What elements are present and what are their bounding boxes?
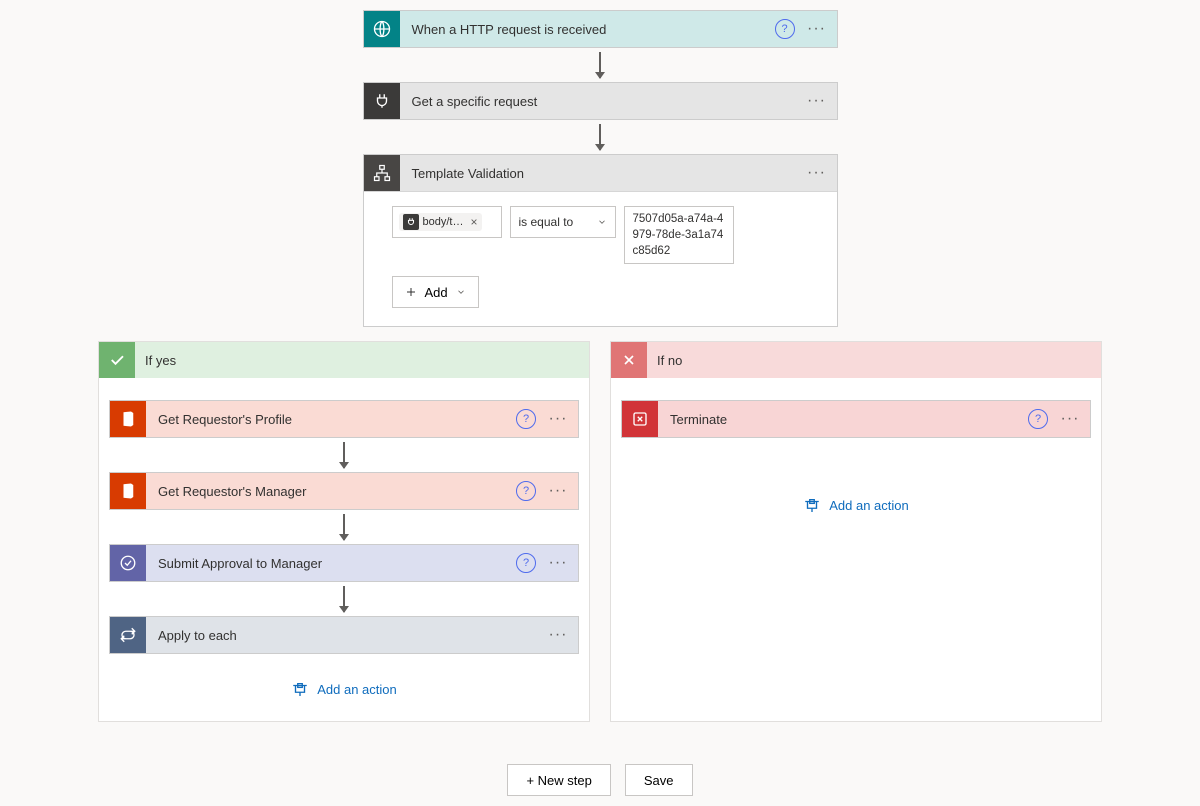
help-icon[interactable]: ?: [1028, 409, 1048, 429]
step-title: Apply to each: [146, 628, 544, 643]
arrow-connector: [343, 442, 345, 468]
condition-body: body/te… × is equal to 7507d05a-a74a-497…: [364, 192, 837, 326]
step-title: Template Validation: [400, 166, 803, 181]
globe-icon: [364, 11, 400, 47]
more-icon[interactable]: ···: [803, 164, 831, 182]
step-terminate[interactable]: Terminate ? ···: [621, 400, 1091, 438]
more-icon[interactable]: ···: [544, 410, 572, 428]
office-icon: [110, 401, 146, 437]
new-step-button[interactable]: + New step: [507, 764, 610, 796]
check-icon: [99, 342, 135, 378]
help-icon[interactable]: ?: [516, 409, 536, 429]
step-title: Get Requestor's Manager: [146, 484, 516, 499]
office-icon: [110, 473, 146, 509]
more-icon[interactable]: ···: [544, 482, 572, 500]
add-action-button[interactable]: Add an action: [291, 682, 397, 697]
add-action-icon: [803, 499, 821, 513]
more-icon[interactable]: ···: [544, 626, 572, 644]
add-action-icon: [291, 683, 309, 697]
branch-icon: [364, 155, 400, 191]
terminate-icon: [622, 401, 658, 437]
more-icon[interactable]: ···: [1056, 410, 1084, 428]
chevron-down-icon: [456, 287, 466, 297]
step-get-manager[interactable]: Get Requestor's Manager ? ···: [109, 472, 579, 510]
step-title: Submit Approval to Manager: [146, 556, 516, 571]
chevron-down-icon: [597, 217, 607, 227]
arrow-connector: [343, 586, 345, 612]
step-title: When a HTTP request is received: [400, 22, 775, 37]
branch-header: If yes: [99, 342, 589, 378]
arrow-connector: [343, 514, 345, 540]
arrow-connector: [599, 52, 601, 78]
step-title: Get a specific request: [400, 94, 803, 109]
step-http-trigger[interactable]: When a HTTP request is received ? ···: [363, 10, 838, 48]
step-submit-approval[interactable]: Submit Approval to Manager ? ···: [109, 544, 579, 582]
branch-if-no: If no Terminate ? ··· Add an action: [610, 341, 1102, 722]
help-icon[interactable]: ?: [516, 481, 536, 501]
more-icon[interactable]: ···: [803, 20, 831, 38]
add-action-button[interactable]: Add an action: [803, 498, 909, 513]
step-title: Get Requestor's Profile: [146, 412, 516, 427]
branch-label: If no: [657, 353, 682, 368]
approval-icon: [110, 545, 146, 581]
condition-operator-select[interactable]: is equal to: [510, 206, 616, 238]
help-icon[interactable]: ?: [516, 553, 536, 573]
step-get-profile[interactable]: Get Requestor's Profile ? ···: [109, 400, 579, 438]
branch-header: If no: [611, 342, 1101, 378]
step-apply-to-each[interactable]: Apply to each ···: [109, 616, 579, 654]
save-button[interactable]: Save: [625, 764, 693, 796]
plug-icon: [403, 214, 419, 230]
card-header[interactable]: Template Validation ···: [364, 155, 837, 192]
loop-icon: [110, 617, 146, 653]
help-icon[interactable]: ?: [775, 19, 795, 39]
close-icon: [611, 342, 647, 378]
more-icon[interactable]: ···: [803, 92, 831, 110]
chip-remove-icon[interactable]: ×: [471, 215, 478, 229]
condition-field-input[interactable]: body/te… ×: [392, 206, 502, 238]
step-specific-request[interactable]: Get a specific request ···: [363, 82, 838, 120]
step-title: Terminate: [658, 412, 1028, 427]
step-template-validation: Template Validation ··· body/te… ×: [363, 154, 838, 327]
add-condition-button[interactable]: Add: [392, 276, 479, 308]
plus-icon: [405, 286, 417, 298]
branch-label: If yes: [145, 353, 176, 368]
field-chip: body/te… ×: [399, 213, 482, 231]
plug-icon: [364, 83, 400, 119]
branch-if-yes: If yes Get Requestor's Profile ? ··· Get: [98, 341, 590, 722]
more-icon[interactable]: ···: [544, 554, 572, 572]
arrow-connector: [599, 124, 601, 150]
condition-value-input[interactable]: 7507d05a-a74a-4979-78de-3a1a74c85d62: [624, 206, 734, 264]
